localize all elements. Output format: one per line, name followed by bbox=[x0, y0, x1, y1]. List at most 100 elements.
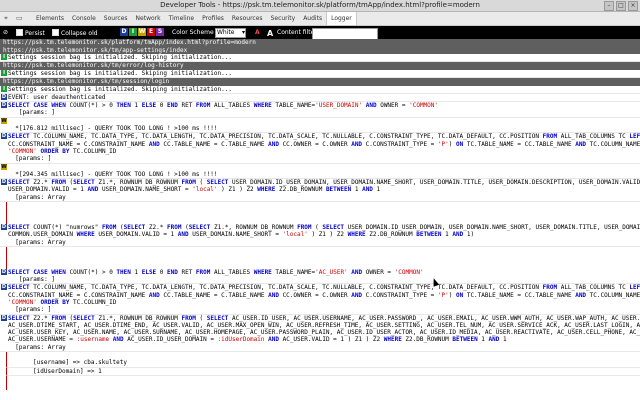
log-entry[interactable]: D SELECT COUNT(*) "numrows" FROM (SELECT … bbox=[0, 223, 640, 247]
log-entry[interactable]: I Settings session bag is initialized. Sk… bbox=[0, 69, 640, 79]
log-entry-line: AC_USER.DTIME_START, AC_USER.DTIME_END, … bbox=[8, 321, 640, 329]
log-entry[interactable]: I Settings session bag is initialized. Sk… bbox=[0, 85, 640, 94]
log-entry[interactable]: D SELECT Z2.* FROM (SELECT Z1.*, ROWNUM D… bbox=[0, 314, 640, 352]
collapse-old-label: Collapse old bbox=[61, 30, 98, 37]
log-entry[interactable]: W *[294.345 millisec] - QUERY TOOK TOO L… bbox=[0, 163, 640, 180]
log-level-w-icon: W bbox=[1, 117, 7, 124]
log-entry-line: [params: ] bbox=[8, 306, 52, 314]
log-param-line: [username] => cba.skultety bbox=[6, 359, 640, 368]
log-continuation-bar bbox=[6, 375, 640, 384]
log-entry-line: Settings session bag is initialized. Ski… bbox=[8, 54, 232, 61]
log-entry-line: [params: ] bbox=[8, 109, 55, 117]
log-entry[interactable]: D SELECT CASE WHEN COUNT(*) > 0 THEN 1 EL… bbox=[0, 102, 640, 118]
log-level-d-icon: D bbox=[1, 314, 7, 321]
clear-icon[interactable]: ⊘ bbox=[3, 29, 8, 36]
tab-timeline[interactable]: Timeline bbox=[165, 12, 199, 25]
log-param-line: [idUserDomain] => 1 bbox=[6, 367, 640, 376]
log-entry[interactable]: D SELECT Z2.* FROM (SELECT Z1.*, ROWNUM D… bbox=[0, 179, 640, 203]
log-level-d-icon: D bbox=[1, 133, 7, 140]
tab-sources[interactable]: Sources bbox=[100, 12, 132, 25]
tab-console[interactable]: Console bbox=[68, 12, 100, 25]
font-size-decrease[interactable]: A bbox=[255, 29, 260, 36]
log-entry[interactable]: D SELECT TC.COLUMN_NAME, TC.DATA_TYPE, TC… bbox=[0, 284, 640, 315]
log-continuation-bar bbox=[6, 351, 640, 360]
log-url-header: https://psk.tm.telemonitor.sk/tm/error/l… bbox=[0, 62, 640, 70]
log-entry-line: COMMON.USER_DOMAIN WHERE USER_DOMAIN.VAL… bbox=[8, 231, 475, 239]
log-entry-line: CC.CONSTRAINT_NAME = C.CONSTRAINT_NAME A… bbox=[8, 140, 640, 148]
collapse-old-checkbox[interactable]: Collapse old bbox=[52, 29, 98, 37]
log-entry-line bbox=[8, 164, 640, 171]
log-level-i-icon: I bbox=[1, 69, 7, 76]
log-entry[interactable]: I Settings session bag is initialized. Sk… bbox=[0, 54, 640, 63]
level-filter-i[interactable]: I bbox=[129, 28, 137, 36]
log-entry-line: USER_DOMAIN.VALID = 1 AND USER_DOMAIN.NA… bbox=[8, 186, 381, 194]
color-scheme-select[interactable]: White ▾ bbox=[215, 28, 246, 38]
persist-checkbox[interactable]: Persist bbox=[16, 29, 45, 37]
color-scheme-value: White bbox=[217, 29, 235, 36]
log-entry-line: [params: ] bbox=[8, 276, 55, 284]
log-entry-line: AC_USER.USER_KEY, AC_USER.NAME, AC_USER.… bbox=[8, 329, 640, 337]
log-entry-line: [params: ] bbox=[8, 155, 52, 163]
log-entry-line: SELECT TC.COLUMN_NAME, TC.DATA_TYPE, TC.… bbox=[8, 284, 640, 292]
log-url-header: https://psk.tm.telemonitor.sk/tm/app-set… bbox=[0, 46, 640, 54]
log-level-w-icon: W bbox=[1, 163, 7, 170]
logger-toolbar: ⊘ Persist Collapse old DIWES Color Schem… bbox=[0, 26, 640, 40]
log-entry-line: [params: Array bbox=[8, 193, 66, 201]
level-filter-e[interactable]: E bbox=[147, 28, 155, 36]
log-continuation-bar bbox=[6, 254, 640, 262]
log-continuation-bar bbox=[6, 246, 640, 255]
log-entry-line: SELECT Z2.* FROM (SELECT Z1.*, ROWNUM DB… bbox=[8, 314, 640, 322]
tab-profiles[interactable]: Profiles bbox=[198, 12, 228, 25]
devtools-tabbar: ⌖ ▭ Elements Console Sources Network Timelin… bbox=[0, 12, 640, 26]
log-level-d-icon: D bbox=[1, 223, 7, 230]
log-url-header: https://psk.tm.telemonitor.sk/platform/t… bbox=[0, 39, 640, 47]
log-level-d-icon: D bbox=[1, 93, 7, 100]
log-level-d-icon: D bbox=[1, 268, 7, 275]
log-level-d-icon: D bbox=[1, 102, 7, 109]
tab-audits[interactable]: Audits bbox=[299, 12, 326, 25]
log-entry[interactable]: D SELECT CASE WHEN COUNT(*) > 0 THEN 1 EL… bbox=[0, 268, 640, 285]
window-controls: – □ × bbox=[604, 1, 638, 11]
log-entry-line: Settings session bag is initialized. Ski… bbox=[8, 85, 232, 93]
log-continuation-bar bbox=[6, 216, 640, 224]
tab-security[interactable]: Security bbox=[267, 12, 300, 25]
devtools-tabs: Elements Console Sources Network Timeline Pro… bbox=[32, 12, 357, 25]
level-filter-d[interactable]: D bbox=[120, 28, 128, 36]
maximize-button[interactable]: □ bbox=[616, 1, 626, 11]
tab-resources[interactable]: Resources bbox=[228, 12, 267, 25]
log-entry[interactable]: D EVENT: user deauthenticated bbox=[0, 93, 640, 103]
level-filter-w[interactable]: W bbox=[138, 28, 146, 36]
log-entry-line: EVENT: user deauthenticated bbox=[8, 93, 106, 101]
tab-elements[interactable]: Elements bbox=[32, 12, 68, 25]
level-filter-s[interactable]: S bbox=[156, 28, 164, 36]
window-titlebar: Developer Tools - https://psk.tm.telemon… bbox=[0, 0, 640, 12]
log-output[interactable]: https://psk.tm.telemonitor.sk/platform/t… bbox=[0, 39, 640, 400]
log-entry-line: 'COMMON' ORDER BY TC.COLUMN_ID bbox=[8, 298, 117, 306]
log-entry[interactable]: D SELECT TC.COLUMN_NAME, TC.DATA_TYPE, TC… bbox=[0, 133, 640, 164]
chevron-down-icon: ▾ bbox=[241, 29, 245, 36]
tab-network[interactable]: Network bbox=[132, 12, 165, 25]
color-scheme-label: Color Scheme bbox=[172, 29, 214, 36]
inspect-icon[interactable]: ⌖ bbox=[4, 14, 8, 23]
log-entry-line: Settings session bag is initialized. Ski… bbox=[8, 69, 232, 77]
log-continuation-bar bbox=[6, 202, 640, 210]
tab-logger[interactable]: Logger bbox=[326, 12, 357, 25]
log-level-d-icon: D bbox=[1, 284, 7, 291]
log-entry-line: [params: Array bbox=[8, 238, 66, 246]
close-button[interactable]: × bbox=[628, 1, 638, 11]
log-entry-line: SELECT COUNT(*) "numrows" FROM (SELECT Z… bbox=[8, 223, 640, 231]
log-level-i-icon: I bbox=[1, 54, 7, 60]
log-entry[interactable]: W *[176.812 millisec] - QUERY TOOK TOO L… bbox=[0, 117, 640, 134]
device-icon[interactable]: ▭ bbox=[16, 14, 23, 22]
log-continuation-bar bbox=[6, 383, 640, 391]
log-entry-line: SELECT CASE WHEN COUNT(*) > 0 THEN 1 ELS… bbox=[8, 102, 439, 110]
log-level-d-icon: D bbox=[1, 179, 7, 186]
log-entry-line: SELECT CASE WHEN COUNT(*) > 0 THEN 1 ELS… bbox=[8, 268, 424, 276]
persist-label: Persist bbox=[25, 30, 45, 37]
minimize-button[interactable]: – bbox=[604, 1, 614, 11]
log-url-header: https://psk.tm.telemonitor.sk/tm/session… bbox=[0, 78, 640, 86]
log-entry-line bbox=[8, 118, 640, 125]
font-size-increase[interactable]: A bbox=[267, 29, 273, 38]
log-continuation-bar bbox=[6, 261, 640, 269]
log-entry-line: SELECT Z2.* FROM (SELECT Z1.*, ROWNUM DB… bbox=[8, 179, 640, 187]
